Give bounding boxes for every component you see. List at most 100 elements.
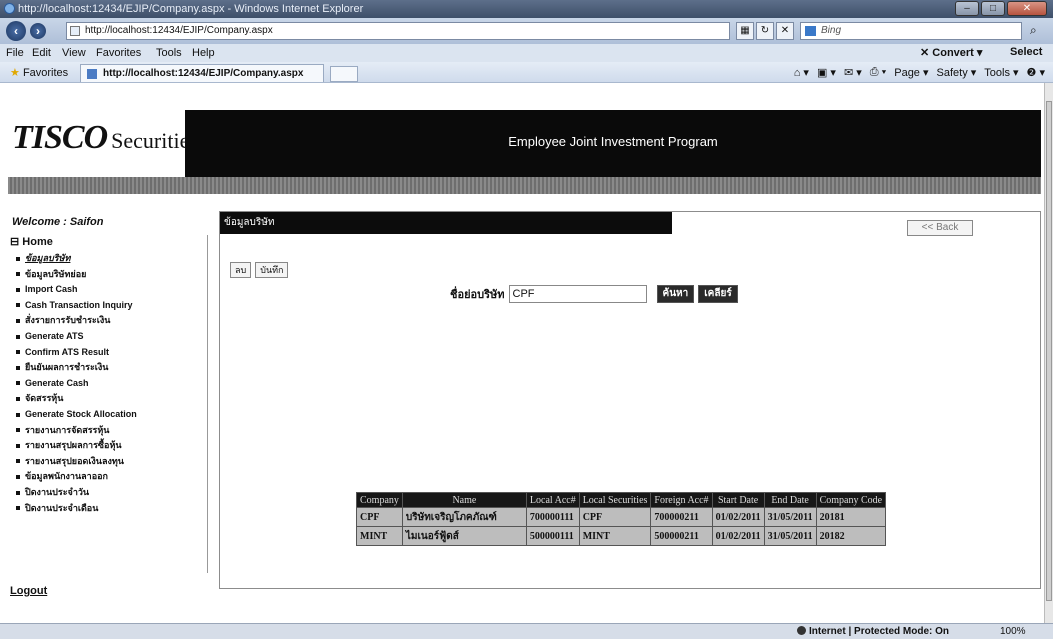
sidebar-item-company[interactable]: ข้อมูลบริษัท bbox=[10, 251, 207, 267]
sidebar-item-allocation-report[interactable]: รายงานการจัดสรรหุ้น bbox=[10, 423, 207, 439]
bullet-icon bbox=[16, 443, 20, 448]
sidebar-item-daily-close[interactable]: ปิดงานประจำวัน bbox=[10, 485, 207, 501]
sidebar-item-confirm-ats[interactable]: Confirm ATS Result bbox=[10, 345, 207, 361]
sidebar-item-subsidiary[interactable]: ข้อมูลบริษัทย่อย bbox=[10, 267, 207, 283]
table-cell: 700000211 bbox=[650, 507, 713, 527]
stop-icon[interactable]: ✕ bbox=[776, 22, 794, 40]
maximize-button[interactable]: □ bbox=[981, 1, 1005, 16]
help-icon[interactable]: ❷ ▾ bbox=[1027, 66, 1045, 79]
menu-tools[interactable]: Tools bbox=[156, 47, 182, 59]
sidebar-item-payment-order[interactable]: สั่งรายการรับชำระเงิน bbox=[10, 313, 207, 329]
column-header[interactable]: Local Acc# bbox=[525, 492, 580, 508]
table-row[interactable]: CPF บริษัทเจริญโภคภัณฑ์ 700000111 CPF 70… bbox=[356, 507, 887, 527]
address-bar[interactable]: http://localhost:12434/EJIP/Company.aspx bbox=[66, 22, 730, 40]
forward-nav-button[interactable]: › bbox=[30, 23, 46, 39]
feeds-icon[interactable]: ▣ ▾ bbox=[817, 66, 836, 79]
sidebar-item-generate-ats[interactable]: Generate ATS bbox=[10, 329, 207, 345]
sidebar-item-confirm-payment[interactable]: ยืนยันผลการชำระเงิน bbox=[10, 360, 207, 376]
menu-bar: File Edit View Favorites Tools Help ✕ Co… bbox=[0, 44, 1053, 62]
tools-menu-label: Tools bbox=[984, 67, 1010, 79]
favorites-button[interactable]: ★ Favorites bbox=[10, 66, 68, 79]
table-row[interactable]: MINT ไมเนอร์ฟู้ดส์ 500000111 MINT 500000… bbox=[356, 526, 887, 546]
column-header[interactable]: Start Date bbox=[711, 492, 765, 508]
sidebar-item-label: ปิดงานประจำเดือน bbox=[25, 502, 99, 513]
company-search-input[interactable]: CPF bbox=[508, 285, 647, 303]
minimize-button[interactable]: – bbox=[955, 1, 979, 16]
column-header[interactable]: Foreign Acc# bbox=[650, 492, 713, 508]
search-icon[interactable]: ⌕ bbox=[1030, 23, 1037, 38]
tisco-logo: TISCO Securities bbox=[12, 119, 198, 157]
logout-link[interactable]: Logout bbox=[10, 585, 47, 597]
clear-button[interactable]: เคลียร์ bbox=[698, 285, 738, 303]
column-header[interactable]: End Date bbox=[763, 492, 817, 508]
print-icon[interactable]: ⎙ ▾ bbox=[870, 66, 886, 79]
bullet-icon bbox=[16, 412, 20, 417]
company-table: Company Name Local Acc# Local Securities… bbox=[356, 492, 887, 546]
menu-file[interactable]: File bbox=[6, 47, 24, 59]
table-cell: 31/05/2011 bbox=[763, 526, 817, 546]
table-cell: 20182 bbox=[815, 526, 887, 546]
bullet-icon bbox=[16, 459, 20, 464]
tab-title: http://localhost:12434/EJIP/Company.aspx bbox=[103, 68, 304, 79]
sidebar-item-monthly-close[interactable]: ปิดงานประจำเดือน bbox=[10, 501, 207, 517]
convert-button[interactable]: ✕ Convert ▾ bbox=[920, 46, 982, 59]
sidebar-item-generate-stock-allocation[interactable]: Generate Stock Allocation bbox=[10, 407, 207, 423]
zoom-level[interactable]: 100% bbox=[1000, 626, 1026, 637]
mail-icon[interactable]: ✉ ▾ bbox=[844, 66, 862, 79]
sidebar-item-investment-report[interactable]: รายงานสรุปยอดเงินลงทุน bbox=[10, 454, 207, 470]
table-cell: 01/02/2011 bbox=[711, 526, 765, 546]
sidebar-item-purchase-report[interactable]: รายงานสรุปผลการซื้อหุ้น bbox=[10, 438, 207, 454]
bullet-icon bbox=[16, 272, 20, 277]
sidebar-home[interactable]: ⊟ Home bbox=[10, 235, 207, 248]
panel-heading: ข้อมูลบริษัท bbox=[220, 212, 672, 234]
back-button[interactable]: << Back bbox=[907, 220, 973, 236]
menu-help[interactable]: Help bbox=[192, 47, 215, 59]
search-button[interactable]: ค้นหา bbox=[656, 285, 695, 303]
delete-button[interactable]: ลบ bbox=[230, 262, 252, 278]
back-nav-button[interactable]: ‹ bbox=[6, 21, 26, 41]
status-bar: Internet | Protected Mode: On 100% bbox=[0, 623, 1053, 639]
sidebar-item-stock-allocate[interactable]: จัดสรรหุ้น bbox=[10, 391, 207, 407]
table-cell: 700000111 bbox=[525, 507, 580, 527]
table-cell: 20181 bbox=[815, 507, 887, 527]
home-icon[interactable]: ⌂ ▾ bbox=[794, 66, 809, 79]
menu-view[interactable]: View bbox=[62, 47, 86, 59]
scrollbar-thumb[interactable] bbox=[1046, 101, 1052, 601]
search-input[interactable]: Bing bbox=[800, 22, 1022, 40]
window-title: http://localhost:12434/EJIP/Company.aspx… bbox=[18, 3, 364, 15]
sidebar-item-import-cash[interactable]: Import Cash bbox=[10, 282, 207, 298]
sidebar-item-label: ยืนยันผลการชำระเงิน bbox=[25, 362, 109, 373]
column-header[interactable]: Local Securities bbox=[578, 492, 652, 508]
bullet-icon bbox=[16, 350, 20, 355]
bullet-icon bbox=[16, 474, 20, 479]
select-button[interactable]: Select bbox=[1010, 46, 1042, 58]
sidebar-item-label: Cash Transaction Inquiry bbox=[25, 299, 133, 310]
sidebar-item-generate-cash[interactable]: Generate Cash bbox=[10, 376, 207, 392]
sidebar-item-resigned-staff[interactable]: ข้อมูลพนักงานลาออก bbox=[10, 469, 207, 485]
tab-icon bbox=[87, 69, 97, 79]
menu-edit[interactable]: Edit bbox=[32, 47, 51, 59]
page-menu[interactable]: Page ▾ bbox=[894, 66, 928, 79]
bullet-icon bbox=[16, 396, 20, 401]
save-button[interactable]: บันทึก bbox=[255, 262, 289, 278]
address-buttons: ▦ ↻ ✕ bbox=[736, 22, 794, 40]
column-header[interactable]: Name bbox=[401, 492, 527, 508]
refresh-icon[interactable]: ↻ bbox=[756, 22, 774, 40]
vertical-scrollbar[interactable] bbox=[1044, 83, 1053, 623]
page-icon bbox=[70, 26, 80, 36]
browser-tab[interactable]: http://localhost:12434/EJIP/Company.aspx bbox=[80, 64, 324, 82]
table-cell: บริษัทเจริญโภคภัณฑ์ bbox=[401, 507, 527, 527]
company-panel: ข้อมูลบริษัท << Back ลบ บันทึก ชื่อย่อบร… bbox=[219, 211, 1041, 589]
menu-favorites[interactable]: Favorites bbox=[96, 47, 141, 59]
safety-menu[interactable]: Safety ▾ bbox=[937, 66, 977, 79]
column-header[interactable]: Company Code bbox=[815, 492, 887, 508]
tools-menu[interactable]: Tools ▾ bbox=[984, 66, 1018, 79]
column-header[interactable]: Company bbox=[356, 492, 403, 508]
new-tab-button[interactable] bbox=[330, 66, 358, 82]
sidebar-item-label: Confirm ATS Result bbox=[25, 346, 110, 357]
compat-view-icon[interactable]: ▦ bbox=[736, 22, 754, 40]
favorites-label: Favorites bbox=[22, 67, 69, 79]
close-button[interactable]: ✕ bbox=[1007, 1, 1047, 16]
sidebar-item-cash-inquiry[interactable]: Cash Transaction Inquiry bbox=[10, 298, 207, 314]
welcome-text: Welcome : Saifon bbox=[12, 216, 104, 228]
